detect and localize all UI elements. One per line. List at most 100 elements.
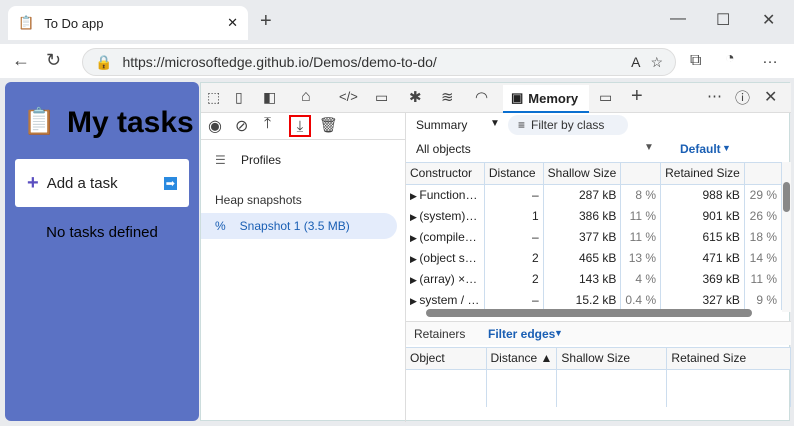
empty-state: No tasks defined: [46, 224, 158, 241]
value-cell: 9 %: [744, 289, 782, 310]
retainer-column-header[interactable]: Distance ▲: [486, 348, 558, 370]
column-header[interactable]: Retained Size: [660, 163, 745, 185]
add-task-button[interactable]: + Add a task ➡: [15, 159, 189, 207]
cell-text: (system)…: [419, 208, 478, 223]
value-cell: 11 %: [620, 226, 662, 247]
cell-text: 369 kB: [702, 271, 740, 286]
welcome-icon[interactable]: ⌂: [301, 88, 311, 106]
default-select[interactable]: Default: [680, 142, 721, 156]
extensions-icon[interactable]: ⧉: [690, 52, 701, 70]
read-aloud-icon[interactable]: A: [631, 54, 640, 70]
cell-text: 0.4 %: [625, 292, 657, 307]
value-cell: 369 kB: [660, 268, 745, 289]
inspect-icon[interactable]: ⬚: [207, 89, 220, 106]
dock-icon[interactable]: ◧: [263, 89, 276, 106]
help-icon[interactable]: ⓘ: [735, 87, 750, 108]
value-cell: 8 %: [620, 184, 662, 205]
browser-tab[interactable]: 📋 To Do app ✕: [8, 6, 248, 40]
retainer-column-header[interactable]: Shallow Size: [556, 348, 668, 370]
add-task-label: Add a task: [46, 174, 118, 192]
address-bar[interactable]: 🔒 https://microsoftedge.github.io/Demos/…: [82, 48, 676, 76]
performance-icon[interactable]: ◠: [475, 88, 488, 106]
more-icon[interactable]: …: [762, 50, 778, 68]
table-row[interactable]: ▶ Function… – 287 kB 8 % 988 kB 29 %: [406, 184, 782, 205]
objects-select[interactable]: All objects: [416, 142, 471, 156]
maximize-icon[interactable]: ☐: [716, 10, 730, 30]
cell-text: 143 kB: [579, 271, 617, 286]
close-window-icon[interactable]: ✕: [762, 10, 775, 30]
cell-text: 901 kB: [702, 208, 740, 223]
table-row[interactable]: ▶ (system)… 1 386 kB 11 % 901 kB 26 %: [406, 205, 782, 226]
trash-icon[interactable]: 🗑: [319, 116, 338, 134]
retainers-tab[interactable]: Retainers: [414, 327, 465, 341]
favorite-icon[interactable]: ☆: [650, 54, 663, 71]
table-row[interactable]: ▶ (compile… – 377 kB 11 % 615 kB 18 %: [406, 226, 782, 247]
class-filter-input[interactable]: ≡ Filter by class: [508, 115, 628, 135]
refresh-icon[interactable]: ↻: [46, 50, 61, 71]
cell-text: 11 %: [629, 229, 657, 244]
load-icon[interactable]: ⤒: [264, 115, 271, 133]
table-row[interactable]: ▶ (array) ×… 2 143 kB 4 % 369 kB 11 %: [406, 268, 782, 289]
column-header[interactable]: [620, 163, 662, 185]
cell-text: 15.2 kB: [575, 292, 617, 307]
dropdown-icon[interactable]: ▼: [490, 118, 500, 129]
profiles-label: Profiles: [241, 153, 282, 167]
network-icon[interactable]: ≋: [441, 88, 454, 106]
arrow-right-icon: ➡: [163, 176, 177, 190]
vertical-scrollbar[interactable]: [782, 162, 791, 312]
expand-icon[interactable]: ▶: [410, 254, 419, 264]
column-header[interactable]: Distance: [484, 163, 544, 185]
column-header[interactable]: [744, 163, 782, 185]
retainer-column-header[interactable]: Retained Size: [666, 348, 791, 370]
filter-edges-select[interactable]: Filter edges: [488, 327, 555, 341]
expand-icon[interactable]: ▶: [410, 275, 419, 285]
column-header[interactable]: Constructor: [406, 163, 485, 185]
constructor-cell: ▶ (array) ×…: [406, 268, 485, 289]
filter-icon: ≡: [518, 118, 526, 132]
minimize-icon[interactable]: —: [670, 10, 686, 28]
table-row[interactable]: ▶ (object s… 2 465 kB 13 % 471 kB 14 %: [406, 247, 782, 268]
dropdown-icon: ▼: [722, 143, 731, 153]
cell-text: 29 %: [749, 187, 777, 202]
expand-icon[interactable]: ▶: [410, 233, 419, 243]
cell-text: (compile…: [419, 229, 477, 244]
close-devtools-icon[interactable]: ✕: [764, 87, 777, 107]
save-download-icon[interactable]: ⤓: [289, 115, 311, 137]
profile-icon[interactable]: ◔: [725, 50, 735, 68]
new-tab-icon[interactable]: +: [260, 10, 272, 33]
more-options-icon[interactable]: ⋯: [707, 87, 722, 105]
more-tools-icon[interactable]: +: [631, 85, 643, 108]
console-icon[interactable]: ▭: [375, 89, 388, 106]
device-icon[interactable]: ▯: [235, 89, 243, 106]
dropdown-icon[interactable]: ▼: [644, 142, 654, 153]
retainer-column-header[interactable]: Object: [406, 348, 487, 370]
snapshot-icon: %: [215, 219, 226, 233]
column-header[interactable]: Shallow Size: [543, 163, 622, 185]
clear-icon[interactable]: ⊘: [235, 116, 248, 136]
value-cell: 988 kB: [660, 184, 745, 205]
value-cell: –: [484, 289, 544, 310]
table-row[interactable]: ▶ system / … – 15.2 kB 0.4 % 327 kB 9 %: [406, 289, 782, 310]
value-cell: 14 %: [744, 247, 782, 268]
value-cell: 15.2 kB: [543, 289, 622, 310]
expand-icon[interactable]: ▶: [410, 296, 419, 306]
close-tab-icon[interactable]: ✕: [227, 15, 238, 31]
value-cell: 471 kB: [660, 247, 745, 268]
snapshot-item[interactable]: % Snapshot 1 (3.5 MB): [201, 213, 397, 239]
value-cell: 11 %: [744, 268, 782, 289]
view-select[interactable]: Summary: [416, 118, 467, 132]
back-icon[interactable]: ←: [12, 50, 30, 71]
expand-icon[interactable]: ▶: [410, 212, 419, 222]
record-icon[interactable]: ◉: [208, 116, 222, 136]
cell-text: 615 kB: [702, 229, 740, 244]
expand-icon[interactable]: ▶: [410, 191, 419, 201]
application-icon[interactable]: ▭: [599, 89, 612, 106]
horizontal-scrollbar[interactable]: [410, 308, 782, 318]
tab-memory[interactable]: ▣ Memory: [503, 85, 589, 113]
sources-icon[interactable]: ✱: [409, 88, 422, 106]
value-cell: 143 kB: [543, 268, 622, 289]
cell-text: –: [531, 229, 539, 244]
profiles-sidebar: ◉ ⊘ ⤒ ⤓ 🗑 ☰ Profiles Heap snapshots % Sn…: [201, 113, 406, 422]
elements-icon[interactable]: </>: [339, 89, 358, 104]
cell-text: 2: [531, 250, 539, 265]
